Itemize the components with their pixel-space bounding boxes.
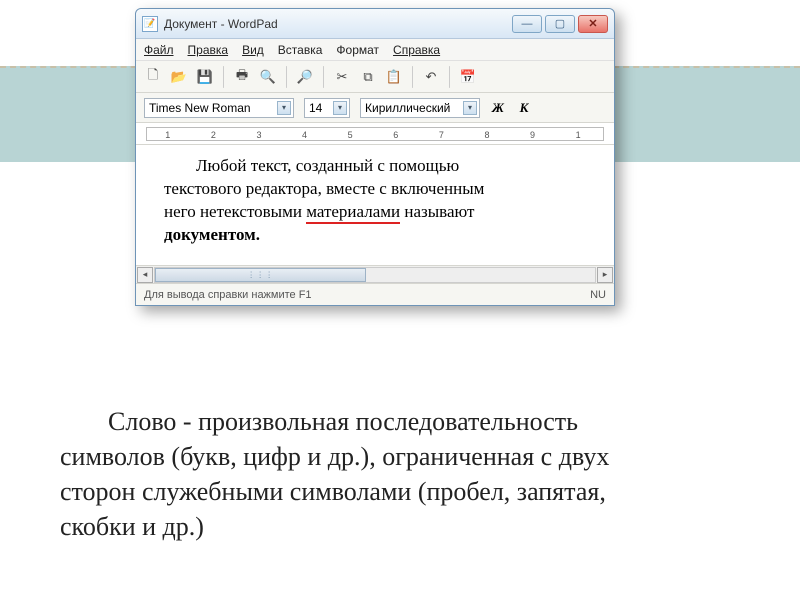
- window-title: Документ - WordPad: [164, 17, 512, 31]
- doc-text-bold: документом.: [164, 225, 260, 244]
- caption-line: сторон служебными символами (пробел, зап…: [60, 477, 606, 506]
- save-icon[interactable]: 💾: [194, 66, 216, 88]
- separator: [223, 66, 224, 88]
- cut-icon[interactable]: ✂: [331, 66, 353, 88]
- preview-icon[interactable]: 🔍: [257, 66, 279, 88]
- window-buttons: — ▢ ✕: [512, 15, 608, 33]
- wordpad-window: 📝 Документ - WordPad — ▢ ✕ Файл Правка В…: [135, 8, 615, 306]
- caption-line: символов (букв, цифр и др.), ограниченна…: [60, 442, 609, 471]
- close-button[interactable]: ✕: [578, 15, 608, 33]
- separator: [286, 66, 287, 88]
- menu-help[interactable]: Справка: [393, 43, 440, 57]
- font-size: 14: [309, 101, 322, 115]
- separator: [323, 66, 324, 88]
- ruler-tick: 9: [530, 130, 535, 140]
- chevron-down-icon[interactable]: ▾: [277, 101, 291, 115]
- document-area[interactable]: Любой текст, созданный с помощью текстов…: [136, 145, 614, 265]
- scroll-left-button[interactable]: ◂: [137, 267, 153, 283]
- statusbar: Для вывода справки нажмите F1 NU: [136, 283, 614, 305]
- ruler-tick: 1: [576, 130, 581, 140]
- ruler-tick: 6: [393, 130, 398, 140]
- scroll-thumb[interactable]: ⋮⋮⋮: [155, 268, 366, 282]
- doc-text-underlined: материалами: [306, 202, 400, 224]
- italic-button[interactable]: К: [516, 100, 532, 116]
- copy-icon[interactable]: ⧉: [357, 66, 379, 88]
- ruler-tick: 5: [348, 130, 353, 140]
- ruler-tick: 7: [439, 130, 444, 140]
- ruler[interactable]: 1 2 3 4 5 6 7 8 9 1: [136, 123, 614, 145]
- ruler-track[interactable]: 1 2 3 4 5 6 7 8 9 1: [146, 127, 604, 141]
- ruler-tick: 1: [165, 130, 170, 140]
- status-hint: Для вывода справки нажмите F1: [144, 289, 312, 301]
- slide-caption: Слово - произвольная последовательность …: [60, 404, 740, 544]
- separator: [412, 66, 413, 88]
- caption-line: скобки и др.): [60, 512, 204, 541]
- ruler-tick: 2: [211, 130, 216, 140]
- menu-view[interactable]: Вид: [242, 43, 264, 57]
- script-name: Кириллический: [365, 101, 450, 115]
- script-combo[interactable]: Кириллический ▾: [360, 98, 480, 118]
- caption-line: Слово - произвольная последовательность: [108, 407, 578, 436]
- ruler-tick: 4: [302, 130, 307, 140]
- menu-edit[interactable]: Правка: [188, 43, 229, 57]
- paste-icon[interactable]: 📋: [383, 66, 405, 88]
- titlebar[interactable]: 📝 Документ - WordPad — ▢ ✕: [136, 9, 614, 39]
- toolbar: 🗋 📂 💾 🖶 🔍 🔎 ✂ ⧉ 📋 ↶ 📅: [136, 61, 614, 93]
- doc-text: называют: [400, 202, 474, 221]
- bold-button[interactable]: Ж: [490, 100, 506, 116]
- doc-text: Любой текст, созданный с помощью: [196, 156, 459, 175]
- horizontal-scrollbar[interactable]: ◂ ⋮⋮⋮ ▸: [136, 265, 614, 283]
- maximize-button[interactable]: ▢: [545, 15, 575, 33]
- find-icon[interactable]: 🔎: [294, 66, 316, 88]
- format-bar: Times New Roman ▾ 14 ▾ Кириллический ▾ Ж…: [136, 93, 614, 123]
- doc-text: него нетекстовыми: [164, 202, 306, 221]
- chevron-down-icon[interactable]: ▾: [463, 101, 477, 115]
- menu-file[interactable]: Файл: [144, 43, 174, 57]
- scroll-track[interactable]: ⋮⋮⋮: [154, 267, 596, 283]
- menu-insert[interactable]: Вставка: [278, 43, 323, 57]
- menubar: Файл Правка Вид Вставка Формат Справка: [136, 39, 614, 61]
- minimize-button[interactable]: —: [512, 15, 542, 33]
- new-icon[interactable]: 🗋: [142, 66, 164, 88]
- open-icon[interactable]: 📂: [168, 66, 190, 88]
- separator: [449, 66, 450, 88]
- chevron-down-icon[interactable]: ▾: [333, 101, 347, 115]
- scroll-right-button[interactable]: ▸: [597, 267, 613, 283]
- undo-icon[interactable]: ↶: [420, 66, 442, 88]
- menu-format[interactable]: Формат: [336, 43, 379, 57]
- status-indicator: NU: [590, 289, 606, 301]
- print-icon[interactable]: 🖶: [231, 66, 253, 88]
- app-icon: 📝: [142, 16, 158, 32]
- size-combo[interactable]: 14 ▾: [304, 98, 350, 118]
- ruler-tick: 3: [256, 130, 261, 140]
- font-combo[interactable]: Times New Roman ▾: [144, 98, 294, 118]
- ruler-tick: 8: [484, 130, 489, 140]
- font-name: Times New Roman: [149, 101, 251, 115]
- doc-text: текстового редактора, вместе с включенны…: [164, 179, 484, 198]
- datetime-icon[interactable]: 📅: [457, 66, 479, 88]
